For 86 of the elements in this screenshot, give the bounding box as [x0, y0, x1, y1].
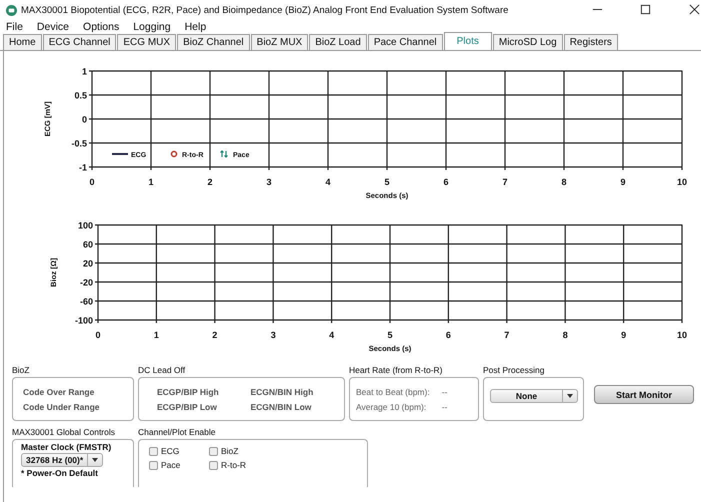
x-tick-label: 5	[384, 177, 390, 187]
tab[interactable]: Plots	[444, 32, 492, 50]
group-title: Heart Rate (from R-to-R)	[349, 365, 444, 377]
start-monitor-button[interactable]: Start Monitor	[594, 385, 694, 404]
y-tick-label: 60	[82, 240, 93, 250]
y-tick-label: 1	[82, 66, 87, 76]
group-title: BioZ	[12, 365, 30, 377]
group-title: Post Processing	[483, 365, 546, 377]
x-tick-label: 9	[621, 330, 626, 340]
status-label: Code Over Range	[23, 386, 96, 396]
tab[interactable]: BioZ Channel	[177, 34, 250, 50]
checkbox-label: R-to-R	[221, 460, 246, 470]
maximize-icon[interactable]	[640, 4, 651, 15]
footnote: * Power-On Default	[21, 468, 98, 478]
y-tick-label: -20	[80, 278, 93, 288]
app-icon	[6, 4, 17, 16]
x-tick-label: 3	[266, 177, 272, 187]
x-tick-label: 10	[677, 177, 687, 187]
caret-icon	[92, 458, 98, 462]
x-tick-label: 5	[388, 330, 392, 340]
x-tick-label: 2	[212, 330, 218, 340]
x-tick-label: 0	[96, 330, 100, 340]
x-tick-label: 6	[446, 330, 451, 340]
menu-item[interactable]: File	[6, 21, 23, 33]
status-label: Code Under Range	[23, 402, 101, 412]
y-tick-label: -100	[74, 316, 93, 326]
tab[interactable]: BioZ MUX	[250, 34, 308, 50]
x-tick-label: 0	[90, 177, 94, 187]
dropdown[interactable]: 32768 Hz (00)*	[21, 453, 104, 467]
x-tick-label: 2	[208, 177, 212, 187]
x-tick-label: 7	[502, 177, 508, 187]
tab[interactable]: Pace Channel	[368, 34, 443, 50]
menu-item[interactable]: Help	[184, 21, 206, 33]
x-tick-label: 8	[562, 330, 568, 340]
menu-item[interactable]: Device	[36, 21, 70, 33]
y-tick-label: -1	[78, 162, 87, 172]
legend-circle-icon	[170, 150, 178, 158]
x-tick-label: 10	[677, 330, 687, 340]
tab[interactable]: MicroSD Log	[492, 34, 563, 50]
x-tick-label: 6	[444, 177, 448, 187]
y-tick-label: -0.5	[71, 138, 87, 148]
x-tick-label: 9	[620, 177, 626, 187]
group-title: DC Lead Off	[138, 365, 186, 377]
field-label: Master Clock (FMSTR)	[21, 442, 112, 452]
checkbox[interactable]	[149, 460, 158, 470]
y-tick-label: 0.5	[74, 90, 87, 100]
checkbox-label: Pace	[161, 460, 180, 470]
tab[interactable]: ECG Channel	[42, 34, 116, 50]
dropdown[interactable]: None	[490, 389, 578, 403]
menu-item[interactable]: Logging	[133, 21, 171, 33]
group-title: Channel/Plot Enable	[138, 427, 217, 439]
legend-arrows-icon	[220, 150, 228, 158]
x-tick-label: 1	[154, 330, 159, 340]
status-label: ECGP/BIP High	[157, 386, 220, 396]
group-title: MAX30001 Global Controls	[12, 427, 116, 439]
y-tick-label: 0	[82, 114, 87, 124]
x-tick-label: 4	[326, 177, 330, 187]
menu-item[interactable]: Options	[83, 21, 120, 33]
checkbox-label: ECG	[161, 446, 180, 456]
heart-rate-value: --	[442, 402, 448, 412]
heart-rate-label: Beat to Beat (bpm):	[356, 386, 430, 396]
heart-rate-label: Average 10 (bpm):	[356, 402, 428, 412]
y-tick-label: -60	[80, 296, 93, 306]
x-tick-label: 4	[329, 330, 334, 340]
checkbox[interactable]	[209, 446, 218, 456]
caret-icon	[567, 394, 573, 398]
close-icon[interactable]	[689, 4, 700, 15]
tab[interactable]: ECG MUX	[117, 34, 176, 50]
tab[interactable]: BioZ Load	[309, 34, 367, 50]
status-label: ECGP/BIP Low	[157, 402, 218, 412]
checkbox[interactable]	[209, 460, 218, 470]
y-tick-label: 100	[78, 220, 93, 230]
y-tick-label: 20	[82, 258, 93, 268]
x-tick-label: 1	[148, 177, 154, 187]
heart-rate-value: --	[442, 386, 448, 396]
x-tick-label: 7	[504, 330, 510, 340]
legend-line-icon	[112, 153, 128, 155]
checkbox-label: BioZ	[221, 446, 238, 456]
checkbox[interactable]	[149, 446, 158, 456]
x-tick-label: 3	[270, 330, 276, 340]
window-title: MAX30001 Biopotential (ECG, R2R, Pace) and Bioimpedance (BioZ) Analog Front End Evaluation System Software	[21, 4, 508, 16]
x-tick-label: 8	[562, 177, 566, 187]
tab[interactable]: Registers	[564, 34, 618, 50]
status-label: ECGN/BIN Low	[250, 402, 312, 412]
status-label: ECGN/BIN High	[250, 386, 314, 396]
tab[interactable]: Home	[3, 34, 42, 50]
